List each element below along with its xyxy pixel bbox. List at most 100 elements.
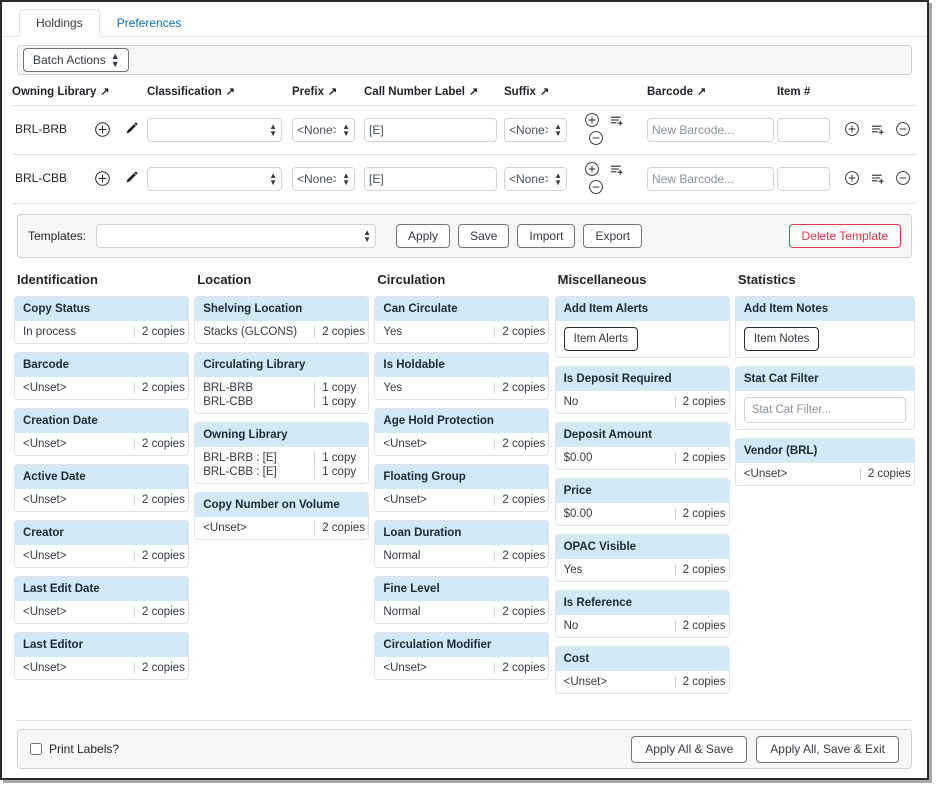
card-row[interactable]: <Unset>2 copies (375, 657, 548, 679)
call-number-label-input[interactable] (364, 167, 497, 191)
classification-select[interactable] (147, 167, 282, 191)
col-barcode[interactable]: Barcode↗ (647, 81, 777, 106)
cell-barcode (647, 106, 777, 155)
card-row[interactable]: Yes2 copies (375, 377, 548, 399)
card-row[interactable]: <Unset>2 copies (15, 657, 188, 679)
tab-holdings[interactable]: Holdings (19, 9, 100, 37)
card-row[interactable]: BRL-CBB1 copy (195, 395, 368, 413)
circle-plus-icon[interactable] (844, 121, 862, 139)
col-owning-library[interactable]: Owning Library↗ (12, 81, 147, 106)
sort-icon[interactable]: ↗ (697, 85, 706, 98)
classification-select[interactable] (147, 118, 282, 142)
card-row[interactable]: <Unset>2 copies (15, 601, 188, 623)
delete-template-button[interactable]: Delete Template (789, 224, 902, 248)
card-row[interactable]: Yes2 copies (375, 321, 548, 343)
list-plus-icon[interactable] (609, 161, 627, 179)
card-row[interactable]: Yes2 copies (556, 559, 729, 581)
card-stat-cat-filter: Stat Cat Filter (735, 366, 915, 430)
apply-template-button[interactable]: Apply (396, 224, 450, 248)
pencil-icon[interactable] (124, 121, 142, 139)
card-row[interactable]: <Unset>2 copies (15, 489, 188, 511)
stat-cat-filter-input[interactable] (744, 397, 906, 423)
apply-all-save-button[interactable]: Apply All & Save (631, 736, 747, 763)
print-labels-checkbox-wrap[interactable]: Print Labels? (30, 742, 119, 756)
suffix-select[interactable]: <None> (504, 118, 567, 142)
prefix-select[interactable]: <None> (292, 118, 355, 142)
column-miscellaneous: Miscellaneous Add Item Alerts Item Alert… (555, 272, 735, 702)
item-number-input[interactable] (777, 118, 830, 142)
tab-preferences[interactable]: Preferences (100, 9, 199, 37)
card-row[interactable]: <Unset>2 copies (736, 463, 914, 485)
card-header: Last Edit Date (15, 577, 188, 601)
barcode-input[interactable] (647, 118, 774, 142)
item-notes-button[interactable]: Item Notes (744, 327, 820, 351)
cell-classification: ▲▼ (147, 106, 292, 155)
circle-minus-icon[interactable] (588, 179, 606, 197)
card-header: Active Date (15, 465, 188, 489)
owning-library-value: BRL-CBB (12, 171, 67, 185)
sort-icon[interactable]: ↗ (226, 85, 235, 98)
circle-plus-icon[interactable] (584, 161, 602, 179)
col-prefix[interactable]: Prefix↗ (292, 81, 364, 106)
export-template-button[interactable]: Export (583, 224, 642, 248)
card-row[interactable]: Normal2 copies (375, 545, 548, 567)
template-select[interactable] (96, 224, 376, 248)
card-value: $0.00 (564, 452, 675, 464)
card-row[interactable]: <Unset>2 copies (15, 433, 188, 455)
card-row[interactable]: Normal2 copies (375, 601, 548, 623)
card-circulation-modifier: Circulation Modifier <Unset>2 copies (374, 632, 549, 680)
list-plus-icon[interactable] (870, 121, 888, 139)
col-call-number-label[interactable]: Call Number Label↗ (364, 81, 504, 106)
pencil-icon[interactable] (124, 170, 142, 188)
barcode-input[interactable] (647, 167, 774, 191)
card-vendor-brl: Vendor (BRL) <Unset>2 copies (735, 438, 915, 486)
list-plus-icon[interactable] (870, 170, 888, 188)
card-row[interactable]: In process2 copies (15, 321, 188, 343)
templates-label: Templates: (28, 229, 86, 243)
col-classification[interactable]: Classification↗ (147, 81, 292, 106)
card-row[interactable]: <Unset>2 copies (375, 433, 548, 455)
circle-minus-icon[interactable] (895, 121, 913, 139)
batch-actions-button[interactable]: Batch Actions ▲▼ (23, 48, 129, 72)
card-row[interactable]: $0.002 copies (556, 503, 729, 525)
prefix-select[interactable]: <None> (292, 167, 355, 191)
card-row[interactable]: BRL-CBB : [E]1 copy (195, 465, 368, 483)
circle-minus-icon[interactable] (588, 130, 606, 148)
circle-minus-icon[interactable] (895, 170, 913, 188)
card-count: 2 copies (494, 382, 548, 394)
cell-call-number-label (364, 106, 504, 155)
suffix-select[interactable]: <None> (504, 167, 567, 191)
card-row[interactable]: No2 copies (556, 615, 729, 637)
card-row[interactable]: <Unset>2 copies (556, 671, 729, 693)
card-row[interactable]: No2 copies (556, 391, 729, 413)
col-suffix[interactable]: Suffix↗ (504, 81, 584, 106)
save-template-button[interactable]: Save (458, 224, 509, 248)
card-row[interactable]: <Unset>2 copies (375, 489, 548, 511)
item-alerts-button[interactable]: Item Alerts (564, 327, 638, 351)
call-number-label-input[interactable] (364, 118, 497, 142)
suffix-select-wrap: <None> ▲▼ (504, 167, 567, 191)
card-row[interactable]: $0.002 copies (556, 447, 729, 469)
list-plus-icon[interactable] (609, 112, 627, 130)
sort-icon[interactable]: ↗ (328, 85, 337, 98)
import-template-button[interactable]: Import (517, 224, 575, 248)
card-shelving-location: Shelving Location Stacks (GLCONS)2 copie… (194, 296, 369, 344)
col-item-number-label: Item # (777, 86, 810, 98)
apply-all-save-exit-button[interactable]: Apply All, Save & Exit (756, 736, 899, 763)
sort-icon[interactable]: ↗ (469, 85, 478, 98)
circle-plus-icon[interactable] (94, 170, 112, 188)
card-row[interactable]: BRL-BRB : [E]1 copy (195, 447, 368, 465)
circle-plus-icon[interactable] (584, 112, 602, 130)
circle-plus-icon[interactable] (94, 121, 112, 139)
print-labels-checkbox[interactable] (30, 743, 42, 755)
card-value: <Unset> (23, 494, 134, 506)
card-row[interactable]: <Unset>2 copies (15, 377, 188, 399)
card-row[interactable]: BRL-BRB1 copy (195, 377, 368, 395)
circle-plus-icon[interactable] (844, 170, 862, 188)
card-row[interactable]: <Unset>2 copies (15, 545, 188, 567)
item-number-input[interactable] (777, 167, 830, 191)
sort-icon[interactable]: ↗ (100, 85, 109, 98)
card-row[interactable]: Stacks (GLCONS)2 copies (195, 321, 368, 343)
card-row[interactable]: <Unset>2 copies (195, 517, 368, 539)
sort-icon[interactable]: ↗ (540, 85, 549, 98)
